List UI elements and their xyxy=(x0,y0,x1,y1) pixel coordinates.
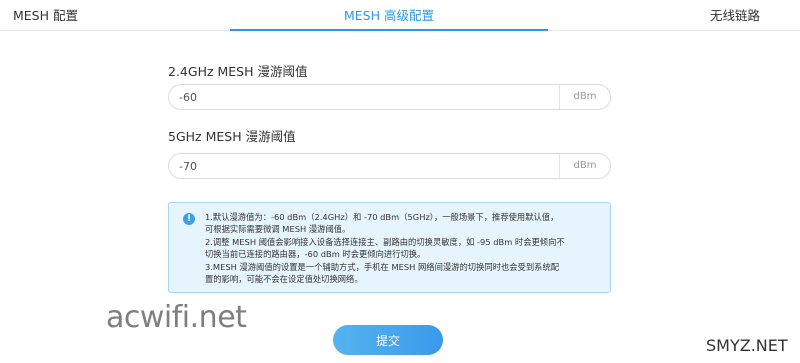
notice-line: 切换当前已连接的路由器，-60 dBm 时会更倾向进行切换。 xyxy=(205,249,426,260)
notice-line: 可根据实际需要微调 MESH 漫游阈值。 xyxy=(205,224,351,235)
notice-line: 置的影响，可能不会在设定值处切换网络。 xyxy=(205,274,363,285)
roaming-threshold-5ghz-label: 5GHz MESH 漫游阈值 xyxy=(168,129,296,144)
tab-bar: MESH 配置 MESH 高级配置 无线链路 xyxy=(0,0,800,31)
tab-mesh-advanced[interactable]: MESH 高级配置 xyxy=(230,0,548,31)
dbm-unit-label: dBm xyxy=(559,85,610,109)
roaming-threshold-24ghz-field: dBm xyxy=(168,84,611,110)
roaming-threshold-24ghz-input[interactable] xyxy=(169,85,559,109)
roaming-threshold-5ghz-field: dBm xyxy=(168,153,611,179)
notice-line: 1.默认漫游值为：-60 dBm（2.4GHz）和 -70 dBm（5GHz），… xyxy=(205,212,559,222)
notice-line: 3.MESH 漫游阈值的设置是一个辅助方式，手机在 MESH 网络间漫游的切换同… xyxy=(205,261,560,272)
roaming-threshold-5ghz-input[interactable] xyxy=(169,154,559,178)
notice-text: 1.默认漫游值为：-60 dBm（2.4GHz）和 -70 dBm（5GHz），… xyxy=(205,211,605,285)
info-icon: ! xyxy=(183,213,195,225)
info-notice: ! 1.默认漫游值为：-60 dBm（2.4GHz）和 -70 dBm（5GHz… xyxy=(168,202,611,293)
watermark-smyz: SMYZ.NET xyxy=(706,336,788,355)
notice-line: 2.调整 MESH 阈值会影响接入设备选择连接主、副路由的切换灵敏度，如 -95… xyxy=(205,236,565,247)
tab-mesh-config[interactable]: MESH 配置 xyxy=(13,0,78,30)
tab-wireless-link[interactable]: 无线链路 xyxy=(710,0,760,30)
watermark-acwifi: acwifi.net xyxy=(106,300,247,335)
submit-button[interactable]: 提交 xyxy=(333,325,443,355)
dbm-unit-label: dBm xyxy=(559,154,610,178)
roaming-threshold-24ghz-label: 2.4GHz MESH 漫游阈值 xyxy=(168,64,308,79)
